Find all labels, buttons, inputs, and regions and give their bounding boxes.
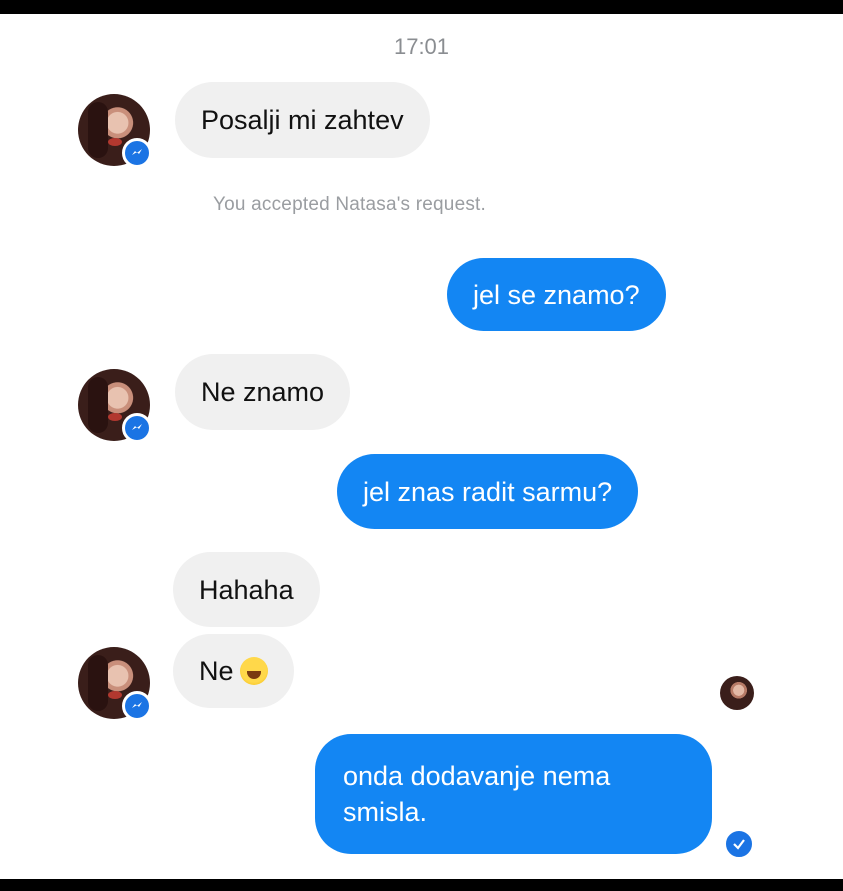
message-bubble-outgoing[interactable]: jel se znamo? (447, 258, 666, 331)
message-text: Ne (199, 656, 234, 686)
seen-avatar-icon (720, 676, 754, 710)
message-text: Ne znamo (201, 377, 325, 407)
messenger-badge-icon (122, 138, 152, 168)
message-bubble-outgoing[interactable]: onda dodavanje nema smisla. (315, 734, 712, 854)
message-text-line-1: onda dodavanje nema (343, 761, 611, 791)
message-text-line-2: smisla. (343, 797, 428, 827)
message-bubble-outgoing[interactable]: jel znas radit sarmu? (337, 454, 639, 529)
message-text: jel se znamo? (473, 279, 640, 310)
message-text: jel znas radit sarmu? (363, 476, 613, 507)
message-bubble-incoming[interactable]: Ne znamo (175, 354, 351, 430)
message-text: Hahaha (199, 574, 294, 605)
messenger-badge-icon (122, 691, 152, 721)
delivered-check-icon (724, 829, 754, 859)
system-notice: You accepted Natasa's request. (213, 194, 486, 215)
message-bubble-incoming[interactable]: Hahaha (173, 552, 320, 627)
message-timestamp: 17:01 (393, 34, 450, 59)
messenger-badge-icon (122, 413, 152, 443)
message-bubble-incoming[interactable]: Posalji mi zahtev (175, 82, 430, 158)
contact-avatar[interactable] (78, 647, 152, 721)
laughing-emoji-icon (239, 657, 268, 685)
message-bubble-incoming[interactable]: Ne (173, 634, 294, 708)
chat-screen: 17:01 Posalji mi zahtev You accepted Nat… (0, 14, 843, 879)
contact-avatar[interactable] (78, 94, 152, 168)
contact-avatar[interactable] (78, 369, 152, 443)
message-text: Posalji mi zahtev (201, 105, 404, 135)
